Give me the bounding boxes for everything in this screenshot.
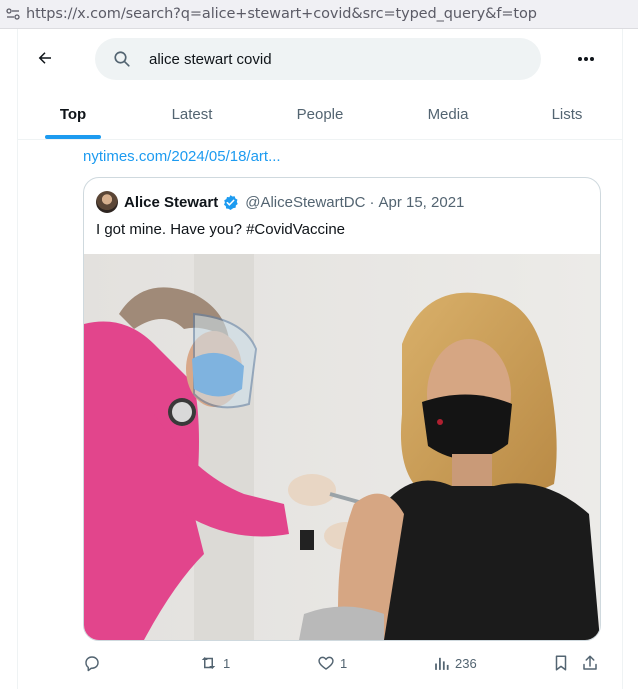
reply-button[interactable] <box>83 648 106 678</box>
like-count: 1 <box>340 655 348 671</box>
quoted-tweet-card[interactable]: Alice Stewart @AliceStewartDC · Apr 15, … <box>83 177 601 641</box>
tab-lists[interactable]: Lists <box>512 89 622 139</box>
quoted-tweet-text: I got mine. Have you? #CovidVaccine <box>96 221 346 238</box>
quoted-tweet-header: Alice Stewart @AliceStewartDC · Apr 15, … <box>96 190 464 214</box>
author-name[interactable]: Alice Stewart <box>124 194 218 211</box>
views-count: 236 <box>455 655 477 671</box>
views-button[interactable]: 236 <box>433 648 477 678</box>
back-button[interactable] <box>28 41 62 75</box>
heart-icon <box>318 656 334 670</box>
retweet-count: 1 <box>223 655 231 671</box>
tab-media[interactable]: Media <box>384 89 512 139</box>
like-button[interactable]: 1 <box>317 648 347 678</box>
arrow-left-icon <box>38 52 51 64</box>
tab-people[interactable]: People <box>256 89 384 139</box>
share-button[interactable] <box>581 648 599 678</box>
views-chart-icon <box>435 657 449 670</box>
address-url[interactable]: https://x.com/search?q=alice+stewart+cov… <box>26 6 537 22</box>
search-tabs: Top Latest People Media Lists <box>18 89 622 140</box>
active-tab-indicator <box>45 135 101 139</box>
article-link[interactable]: nytimes.com/2024/05/18/art... <box>83 148 281 165</box>
share-icon <box>583 655 597 670</box>
search-icon <box>113 48 135 70</box>
tweet-date[interactable]: Apr 15, 2021 <box>378 194 464 211</box>
browser-address-bar[interactable]: https://x.com/search?q=alice+stewart+cov… <box>0 0 638 29</box>
site-info-icon[interactable] <box>0 8 26 20</box>
author-handle[interactable]: @AliceStewartDC <box>245 194 365 211</box>
bookmark-button[interactable] <box>553 648 569 678</box>
search-header <box>18 29 622 89</box>
tab-label: Media <box>427 105 469 123</box>
tab-label: Latest <box>171 105 213 123</box>
search-box[interactable] <box>95 38 541 80</box>
bookmark-icon <box>555 655 567 671</box>
reply-icon <box>85 656 99 672</box>
tweet-action-bar: 1 1 236 <box>83 648 603 678</box>
tab-latest[interactable]: Latest <box>128 89 256 139</box>
tab-label: People <box>296 105 344 123</box>
verified-badge-icon <box>222 194 239 211</box>
more-options-button[interactable] <box>570 44 602 74</box>
tab-label: Lists <box>551 105 583 123</box>
search-input[interactable] <box>149 50 509 68</box>
avatar[interactable] <box>96 191 118 213</box>
search-results-page: Top Latest People Media Lists nytimes.co… <box>17 29 623 689</box>
retweet-button[interactable]: 1 <box>199 648 230 678</box>
separator: · <box>369 193 375 211</box>
tab-label: Top <box>59 105 87 123</box>
more-horizontal-icon <box>578 57 594 61</box>
retweet-icon <box>201 657 216 669</box>
tweet-photo[interactable] <box>84 254 600 640</box>
tab-top[interactable]: Top <box>18 89 128 139</box>
